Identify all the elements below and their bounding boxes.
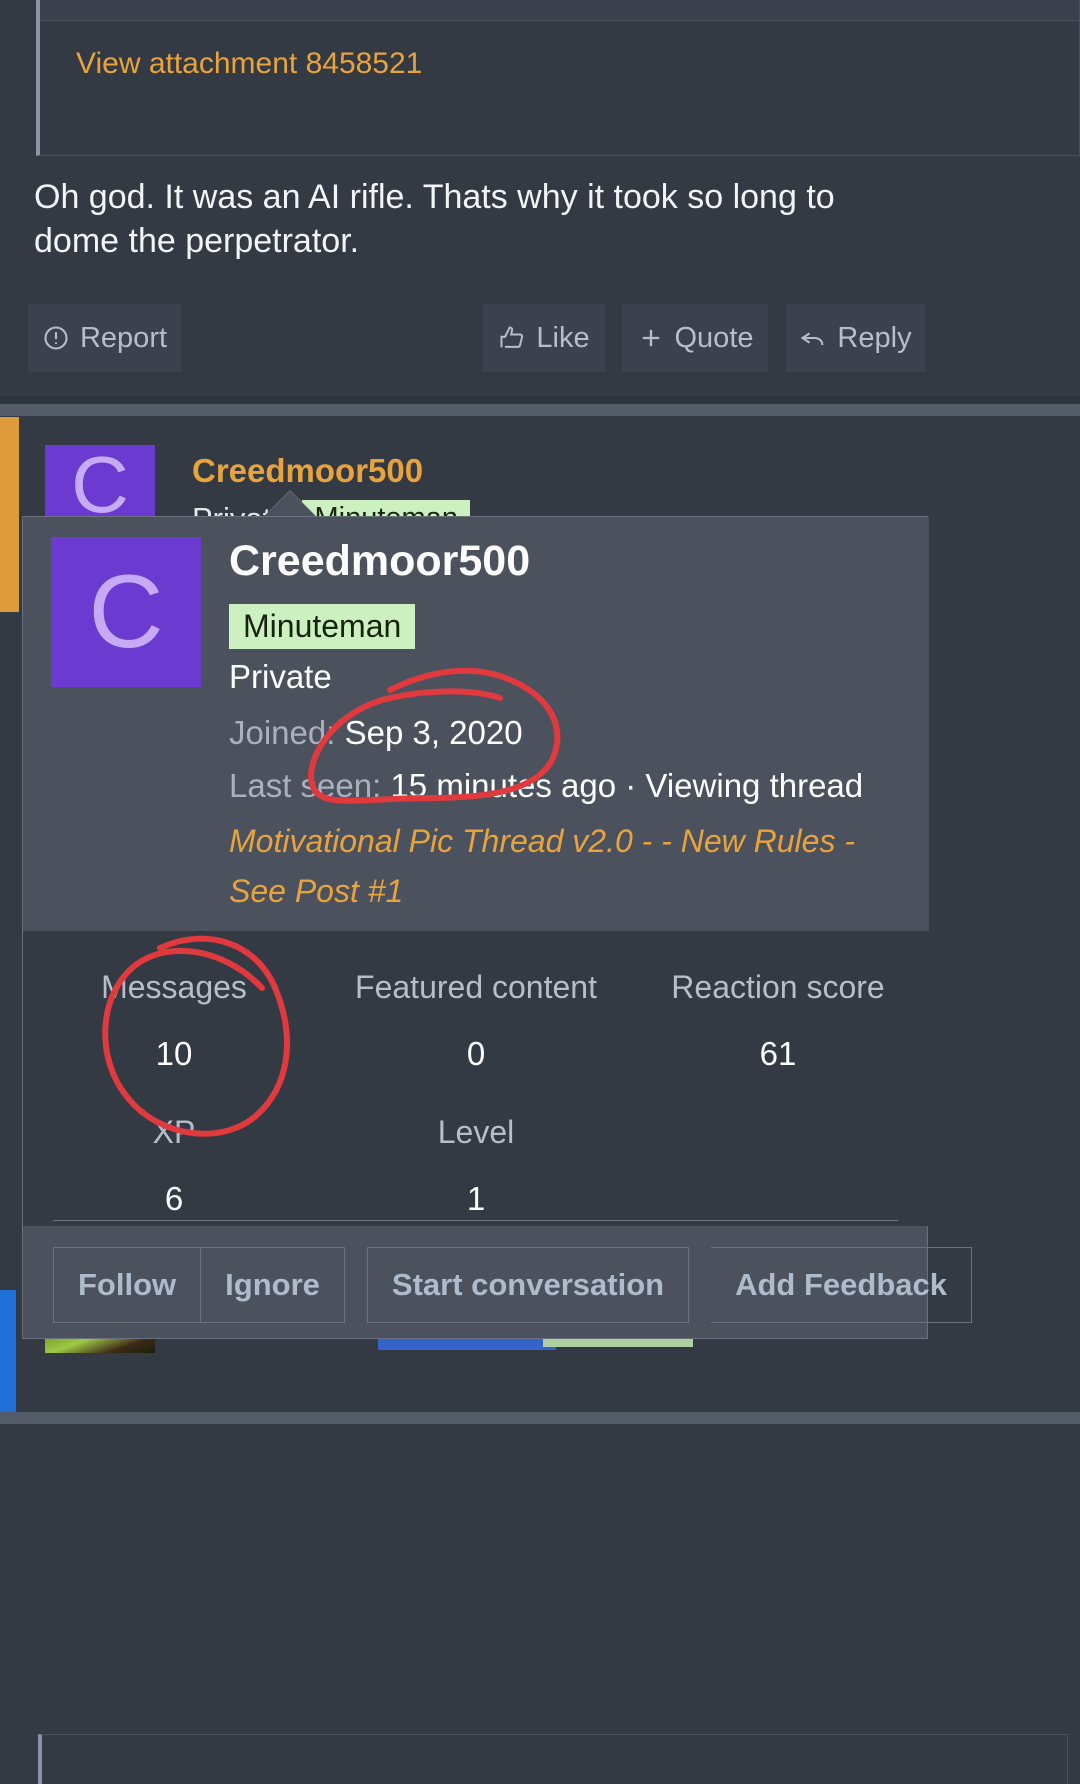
profile-last-seen-value: 15 minutes ago · Viewing thread: [390, 767, 864, 804]
thumbs-up-icon: [498, 324, 526, 352]
post-separator-top: [0, 404, 1080, 416]
stat-cell: Featured content: [325, 971, 627, 1037]
profile-joined: Joined: Sep 3, 2020: [229, 714, 523, 752]
post-separator-bottom: [0, 1412, 1080, 1424]
follow-button[interactable]: Follow: [53, 1247, 202, 1323]
profile-action-buttons: Follow Ignore Start conversation Add Fee…: [53, 1247, 972, 1323]
next-post-quote-block: Vaccinated but...: [38, 1734, 1068, 1784]
view-attachment-link[interactable]: View attachment 8458521: [76, 47, 422, 81]
reply-label: Reply: [837, 321, 912, 354]
next-post-quote-text: Vaccinated but...: [66, 1779, 273, 1784]
like-label: Like: [536, 321, 590, 354]
profile-viewing-thread-link[interactable]: Motivational Pic Thread v2.0 - - New Rul…: [229, 817, 869, 916]
post-highlight-bar-blue: [0, 1290, 16, 1422]
profile-popup-header: C Creedmoor500 Minuteman Private Joined:…: [23, 517, 929, 931]
report-button[interactable]: Report: [28, 304, 181, 372]
stat-label: Level: [437, 1114, 515, 1150]
stat-label: Messages: [101, 969, 247, 1005]
profile-joined-value: Sep 3, 2020: [344, 714, 523, 751]
post-username-link[interactable]: Creedmoor500: [192, 452, 423, 490]
quote-header: SHAMEFUL-tic card: [40, 0, 1079, 21]
quote-button[interactable]: Quote: [622, 304, 768, 372]
stat-value: 61: [759, 1035, 797, 1072]
reply-arrow-icon: [799, 324, 827, 352]
stat-value: 0: [466, 1035, 486, 1072]
like-button[interactable]: Like: [483, 304, 605, 372]
stat-cell: XP: [23, 1116, 325, 1182]
plus-icon: [637, 324, 665, 352]
reply-button[interactable]: Reply: [786, 304, 925, 372]
avatar-initial: C: [71, 445, 129, 529]
profile-popup-card: C Creedmoor500 Minuteman Private Joined:…: [22, 516, 972, 1339]
stat-cell: 10: [23, 1037, 325, 1116]
post-highlight-bar-orange: [0, 417, 19, 612]
profile-username[interactable]: Creedmoor500: [229, 537, 530, 586]
stat-cell: Messages: [23, 971, 325, 1037]
post-action-bar: Report Like Quote Reply: [0, 304, 1080, 372]
profile-divider: [53, 1220, 898, 1221]
report-label: Report: [79, 321, 168, 354]
profile-stats-grid: Messages Featured content Reaction score…: [23, 971, 929, 1261]
quote-author: SHAMEFUL-tic card: [64, 0, 347, 1]
profile-stats-panel: Messages Featured content Reaction score…: [23, 931, 929, 1226]
profile-avatar-initial: C: [88, 554, 164, 670]
stat-cell: Level: [325, 1116, 627, 1182]
popup-caret: [262, 491, 318, 519]
post-top: SHAMEFUL-tic card View attachment 845852…: [0, 0, 1080, 416]
stat-cell: Reaction score: [627, 971, 929, 1037]
add-feedback-button[interactable]: Add Feedback: [711, 1247, 972, 1323]
stat-label: XP: [152, 1114, 196, 1150]
post-body-text: Oh god. It was an AI rifle. Thats why it…: [34, 178, 835, 260]
profile-last-seen-label: Last seen:: [229, 767, 382, 804]
stat-value: 10: [155, 1035, 193, 1072]
stat-cell-empty: [627, 1116, 929, 1182]
stat-cell: 61: [627, 1037, 929, 1116]
post-footer-row: 33 minutes ago #839: [0, 1438, 1080, 1506]
profile-joined-label: Joined:: [229, 714, 336, 751]
stat-cell: 0: [325, 1037, 627, 1116]
profile-last-seen: Last seen: 15 minutes ago · Viewing thre…: [229, 767, 863, 805]
forum-thread-screen: SHAMEFUL-tic card View attachment 845852…: [0, 0, 1080, 1784]
stat-label: Reaction score: [671, 969, 885, 1005]
ignore-button[interactable]: Ignore: [201, 1247, 345, 1323]
profile-user-title: Private: [229, 658, 332, 695]
quote-label: Quote: [674, 321, 754, 354]
quote-block: SHAMEFUL-tic card View attachment 845852…: [36, 0, 1080, 156]
stat-label: Featured content: [355, 969, 597, 1005]
profile-badge: Minuteman: [229, 604, 416, 649]
follow-ignore-group: Follow Ignore: [53, 1247, 345, 1323]
start-conversation-button[interactable]: Start conversation: [366, 1247, 690, 1323]
profile-avatar[interactable]: C: [51, 537, 201, 687]
warning-circle-icon: [42, 324, 70, 352]
